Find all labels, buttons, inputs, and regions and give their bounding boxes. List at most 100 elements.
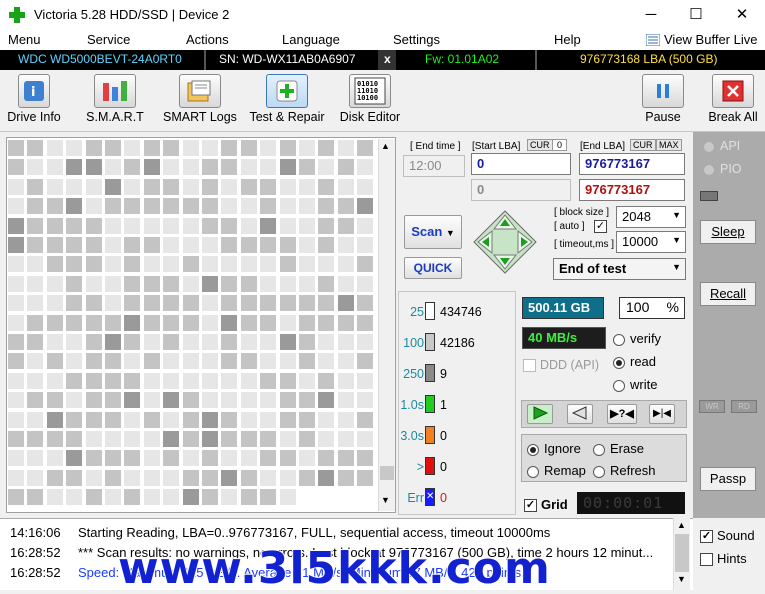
- smart-logs-button[interactable]: SMART Logs: [162, 74, 238, 124]
- grid-checkbox[interactable]: ✓ Grid: [524, 497, 568, 513]
- svg-text:10100: 10100: [357, 94, 378, 102]
- option-remap[interactable]: Remap: [527, 463, 586, 478]
- erase-radio: [593, 443, 605, 456]
- smart-button[interactable]: S.M.A.R.T: [82, 74, 148, 124]
- maximize-button[interactable]: ☐: [673, 0, 719, 30]
- size-done-display: 500.11 GB: [522, 297, 604, 319]
- random-seek-icon: ▶?◀: [610, 408, 634, 420]
- scroll-thumb[interactable]: [380, 466, 394, 480]
- surface-map: [8, 139, 378, 511]
- map-cell: [86, 159, 102, 175]
- map-cell: [241, 373, 257, 389]
- device-model[interactable]: WDC WD5000BEVT-24A0RT0: [18, 52, 182, 66]
- ddd-api-checkbox[interactable]: DDD (API): [523, 358, 599, 373]
- random-seek-button[interactable]: ▶?◀: [607, 404, 637, 424]
- map-cell: [27, 159, 43, 175]
- view-buffer-live[interactable]: View Buffer Live: [664, 32, 757, 47]
- mode-verify[interactable]: verify: [613, 331, 661, 346]
- map-cell: [221, 295, 237, 311]
- map-cell: [27, 412, 43, 428]
- mode-read[interactable]: read: [613, 354, 656, 369]
- menu-settings[interactable]: Settings: [393, 32, 440, 47]
- map-cell: [8, 373, 24, 389]
- end-time-input[interactable]: 12:00: [403, 155, 465, 177]
- scan-button[interactable]: Scan ▼: [404, 215, 462, 249]
- map-cell: [241, 159, 257, 175]
- map-cell: [105, 179, 121, 195]
- scroll-up-icon[interactable]: ▲: [381, 141, 390, 151]
- legend-count: 1: [440, 398, 447, 412]
- recall-button[interactable]: Recall: [700, 282, 756, 306]
- sleep-button[interactable]: Sleep: [700, 220, 756, 244]
- play-backward-button[interactable]: [567, 404, 593, 424]
- map-cell: [202, 373, 218, 389]
- auto-checkbox[interactable]: ✓: [594, 220, 607, 233]
- hints-checkbox[interactable]: Hints: [700, 551, 747, 567]
- block-size-select[interactable]: 2048 ▼: [616, 206, 686, 228]
- map-cell: [357, 159, 373, 175]
- menu-menu[interactable]: Menu: [8, 32, 41, 47]
- minimize-button[interactable]: ─: [628, 0, 674, 30]
- pause-button[interactable]: Pause: [640, 74, 686, 124]
- legend-count: 9: [440, 367, 447, 381]
- timeout-select[interactable]: 10000 ▼: [616, 231, 686, 253]
- end-cur-button[interactable]: CUR: [630, 139, 656, 151]
- log-scrollbar[interactable]: ▲ ▼: [673, 518, 690, 590]
- log-scroll-up-icon[interactable]: ▲: [677, 520, 686, 530]
- end-action-select[interactable]: End of test ▼: [553, 258, 686, 280]
- disk-editor-button[interactable]: 01010 11010 10100 Disk Editor: [338, 74, 402, 124]
- menu-language[interactable]: Language: [282, 32, 340, 47]
- legend-row: 250 9: [400, 362, 510, 386]
- end-lba-input[interactable]: 976773167: [579, 153, 685, 175]
- map-cell: [183, 373, 199, 389]
- option-erase[interactable]: Erase: [593, 441, 644, 456]
- option-refresh[interactable]: Refresh: [593, 463, 656, 478]
- close-button[interactable]: ✕: [719, 0, 765, 30]
- block-size-value: 2048: [622, 209, 651, 224]
- map-cell: [299, 353, 315, 369]
- quick-button[interactable]: QUICK: [404, 257, 462, 279]
- menu-service[interactable]: Service: [87, 32, 130, 47]
- map-cell: [124, 295, 140, 311]
- menu-help[interactable]: Help: [554, 32, 581, 47]
- map-cell: [338, 237, 354, 253]
- break-all-button[interactable]: Break All: [706, 74, 760, 124]
- drive-info-button[interactable]: i Drive Info: [4, 74, 64, 124]
- test-repair-button[interactable]: Test & Repair: [248, 74, 326, 124]
- map-cell: [47, 334, 63, 350]
- scroll-down-icon[interactable]: ▼: [381, 495, 390, 505]
- map-cell: [221, 489, 237, 505]
- start-lba-input[interactable]: 0: [471, 153, 571, 175]
- map-cell: [47, 470, 63, 486]
- map-cell: [318, 315, 334, 331]
- passp-button[interactable]: Passp: [700, 467, 756, 491]
- start-cur-button[interactable]: CUR: [527, 139, 553, 151]
- map-scrollbar[interactable]: ▲ ▼: [378, 139, 395, 511]
- log-scroll-down-icon[interactable]: ▼: [677, 574, 686, 584]
- pio-radio[interactable]: PIO: [703, 162, 742, 176]
- map-cell: [183, 140, 199, 156]
- play-forward-button[interactable]: [527, 404, 553, 424]
- api-radio[interactable]: API: [703, 139, 740, 153]
- mode-write[interactable]: write: [613, 377, 657, 392]
- option-ignore[interactable]: Ignore: [527, 441, 581, 456]
- device-close-button[interactable]: x: [384, 52, 391, 66]
- view-buffer-icon: [645, 33, 661, 47]
- map-cell: [66, 334, 82, 350]
- menu-actions[interactable]: Actions: [186, 32, 229, 47]
- map-cell: [47, 159, 63, 175]
- map-cell: [66, 295, 82, 311]
- map-cell: [66, 450, 82, 466]
- sound-checkbox[interactable]: ✓ Sound: [700, 528, 755, 544]
- map-cell: [241, 334, 257, 350]
- butterfly-button[interactable]: ▶|◀: [649, 404, 675, 424]
- log-scroll-thumb[interactable]: [675, 534, 689, 572]
- watermark: www.3l5kkk.com: [117, 542, 551, 594]
- end-max-button[interactable]: MAX: [656, 139, 682, 151]
- read-radio: [613, 356, 625, 369]
- map-cell: [280, 470, 296, 486]
- map-cell: [318, 256, 334, 272]
- map-cell: [202, 470, 218, 486]
- map-cell: [183, 315, 199, 331]
- direction-pad[interactable]: [472, 209, 538, 275]
